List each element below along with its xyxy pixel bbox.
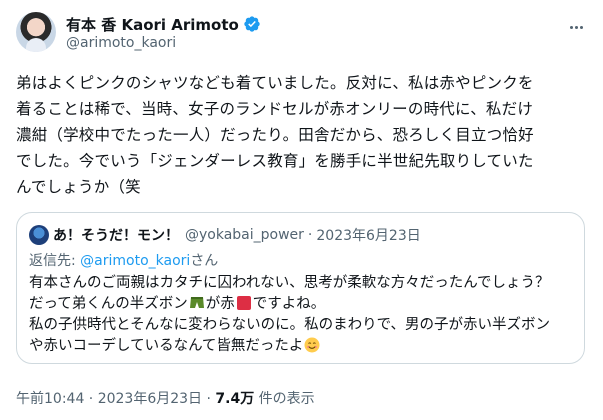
quoted-author-name: あ！そうだ！モン！ [53,228,179,244]
quoted-line-2a: だって弟くんの半ズボン [29,296,188,312]
author-avatar[interactable] [16,12,56,52]
tweet-meta: 午前10:44 · 2023年6月23日 · 7.4万 件の表示 [16,388,315,408]
reply-suffix: さん [190,253,219,269]
tweet-card: 有本 香 Kaori Arimoto @arimoto_kaori 弟はよくピン… [0,0,603,420]
quoted-tweet[interactable]: あ！そうだ！モン！ @yokabai_power · 2023年6月23日 返信… [16,212,585,364]
reply-mention-link[interactable]: @arimoto_kaori [80,253,190,269]
views-count: 7.4万 [215,391,255,407]
quoted-author-handle: @yokabai_power [185,227,304,243]
quoted-line-4: や赤いコーデしているなんて皆無だったよ [29,338,304,354]
tweet-header: 有本 香 Kaori Arimoto @arimoto_kaori [16,10,587,58]
separator-dot: · [307,227,313,243]
tweet-text: 弟はよくピンクのシャツなども着ていました。反対に、私は赤やピンクを 着ることは稀… [16,74,534,196]
reply-prefix: 返信先: [29,253,81,269]
more-options-icon[interactable] [565,16,587,38]
quoted-author-avatar [29,225,49,245]
quoted-line-3: 私の子供時代とそんなに変わらないのに。私のまわりで、男の子が赤い半ズボン [29,317,550,333]
author-name-row: 有本 香 Kaori Arimoto [66,14,261,34]
author-display-name[interactable]: 有本 香 Kaori Arimoto [66,14,239,35]
green-shorts-icon [189,297,204,308]
quoted-line-2b: が赤 [205,296,235,312]
quoted-tweet-date: 2023年6月23日 [316,228,421,244]
reply-to-line: 返信先: @arimoto_kaoriさん [29,250,218,270]
author-handle[interactable]: @arimoto_kaori [66,35,176,51]
views-label: 件の表示 [254,391,315,407]
verified-badge-icon [244,16,260,32]
tweet-timestamp[interactable]: 午前10:44 · 2023年6月23日 · [16,391,215,407]
quoted-tweet-header: あ！そうだ！モン！ @yokabai_power · 2023年6月23日 [29,225,421,245]
smiling-face-icon [304,337,320,353]
quoted-line-1: 有本さんのご両親はカタチに囚われない、思考が柔軟な方々だったんでしょう？ [29,275,550,291]
quoted-tweet-text: 有本さんのご両親はカタチに囚われない、思考が柔軟な方々だったんでしょう？ だって… [29,273,574,357]
quoted-line-2c: ですよね。 [252,296,326,312]
red-square-icon [236,296,251,310]
